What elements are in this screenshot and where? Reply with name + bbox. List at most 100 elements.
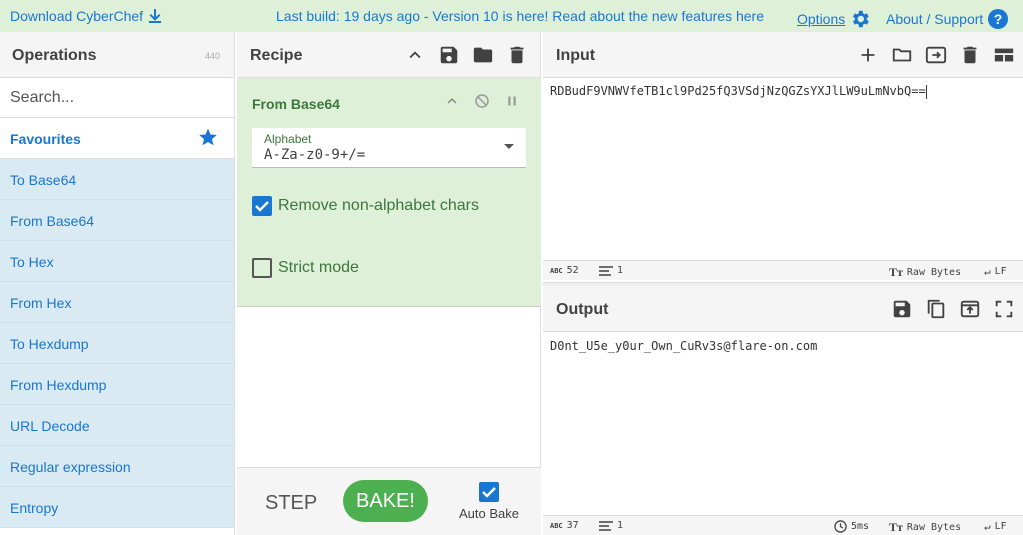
output-time: 5ms	[834, 520, 869, 533]
strict-mode-option[interactable]: Strict mode	[252, 258, 359, 278]
search-input[interactable]	[0, 78, 234, 117]
trash-icon[interactable]	[506, 44, 528, 66]
check-icon	[255, 201, 269, 212]
output-lines: 1	[599, 520, 623, 531]
input-header: Input	[543, 32, 1023, 78]
help-icon: ?	[988, 9, 1009, 29]
alphabet-value: A-Za-z0-9+/=	[264, 147, 366, 163]
input-value: RDBudF9VNWVfeTB1cl9Pd25fQ3VSdjNzQGZsYXJl…	[550, 84, 926, 98]
layout-icon[interactable]	[993, 44, 1015, 66]
check-icon	[482, 487, 496, 498]
return-icon: ↵	[984, 520, 991, 533]
remove-non-alphabet-option[interactable]: Remove non-alphabet chars	[252, 196, 479, 216]
recipe-panel: Recipe From Base64 Alphabet A-Za-z0-9+/=…	[237, 32, 541, 535]
recipe-title: Recipe	[250, 47, 303, 64]
favourites-label: Favourites	[10, 131, 81, 147]
auto-bake-checkbox[interactable]	[479, 482, 499, 502]
output-length: ABC 37	[550, 520, 579, 531]
output-title: Output	[556, 301, 609, 318]
folder-icon[interactable]	[472, 44, 494, 66]
output-textarea[interactable]: D0nt_U5e_y0ur_Own_CuRv3s@flare-on.com	[550, 339, 817, 353]
input-title: Input	[556, 47, 596, 64]
strict-mode-label: Strict mode	[278, 259, 359, 276]
recipe-operation-card[interactable]: From Base64 Alphabet A-Za-z0-9+/= Remove…	[237, 78, 541, 307]
alphabet-label: Alphabet	[264, 132, 312, 146]
remove-non-alphabet-checkbox[interactable]	[252, 196, 272, 216]
strict-mode-checkbox[interactable]	[252, 258, 272, 278]
operation-name: From Base64	[252, 96, 340, 112]
trash-icon[interactable]	[959, 44, 981, 66]
download-link[interactable]: Download CyberChef	[10, 8, 163, 24]
download-icon	[149, 9, 162, 23]
operation-item[interactable]: From Hexdump	[0, 364, 234, 405]
operation-item[interactable]: To Hex	[0, 241, 234, 282]
top-banner: Download CyberChef Last build: 19 days a…	[0, 0, 1023, 32]
disable-icon[interactable]	[473, 92, 491, 110]
save-icon[interactable]	[438, 44, 460, 66]
operations-count: 440	[204, 51, 220, 61]
lines-icon	[599, 520, 613, 531]
about-link[interactable]: About / Support ?	[886, 8, 1009, 30]
options-link[interactable]: Options	[797, 8, 871, 30]
text-cursor	[925, 84, 927, 99]
chevron-up-icon[interactable]	[404, 44, 426, 66]
input-textarea[interactable]: RDBudF9VNWVfeTB1cl9Pd25fQ3VSdjNzQGZsYXJl…	[550, 84, 927, 99]
pause-icon[interactable]	[503, 92, 521, 110]
operation-item[interactable]: Entropy	[0, 487, 234, 528]
text-format-icon: Tт	[889, 265, 903, 279]
remove-non-alphabet-label: Remove non-alphabet chars	[278, 197, 480, 214]
io-panel: Input RDBudF9VNWVfeTB1cl9Pd25fQ3VSdjNzQG…	[543, 32, 1023, 535]
gear-icon	[853, 10, 869, 28]
output-pane: Output D0nt_U5e_y0ur_Own_CuRv3s@flare-on…	[543, 286, 1023, 535]
operation-item[interactable]: To Hexdump	[0, 323, 234, 364]
abc-icon: ABC	[550, 266, 563, 275]
plus-icon[interactable]	[857, 44, 879, 66]
build-message[interactable]: Last build: 19 days ago - Version 10 is …	[276, 8, 764, 24]
operation-item[interactable]: From Hex	[0, 282, 234, 323]
maximise-icon[interactable]	[993, 298, 1015, 320]
download-label: Download CyberChef	[10, 8, 144, 24]
star-icon[interactable]	[198, 127, 218, 147]
operations-search	[0, 78, 234, 118]
auto-bake-label: Auto Bake	[459, 506, 519, 521]
input-length: ABC 52	[550, 265, 579, 276]
operation-item[interactable]: From Base64	[0, 200, 234, 241]
lines-icon	[599, 265, 613, 276]
operations-title: Operations	[12, 47, 97, 64]
about-label: About / Support	[886, 11, 984, 27]
recipe-header: Recipe	[237, 32, 540, 78]
input-status-bar: ABC 52 1 Tт Raw Bytes ↵ LF	[543, 260, 1023, 280]
copy-icon[interactable]	[925, 298, 947, 320]
abc-icon: ABC	[550, 521, 563, 530]
svg-text:?: ?	[994, 11, 1003, 27]
open-in-input-icon[interactable]	[959, 298, 981, 320]
operations-header: Operations 440	[0, 32, 234, 78]
recipe-controls: STEP BAKE! Auto Bake	[237, 467, 541, 535]
input-lines: 1	[599, 265, 623, 276]
options-label: Options	[797, 11, 846, 27]
operation-item[interactable]: Regular expression	[0, 446, 234, 487]
output-encoding[interactable]: Tт Raw Bytes	[889, 520, 961, 535]
clock-icon	[834, 520, 847, 533]
operations-panel: Operations 440 Favourites To Base64 From…	[0, 32, 235, 535]
folder-icon[interactable]	[891, 44, 913, 66]
bake-button[interactable]: BAKE!	[343, 480, 428, 522]
output-status-bar: ABC 37 1 5ms Tт Raw Bytes ↵ LF	[543, 515, 1023, 535]
output-value: D0nt_U5e_y0ur_Own_CuRv3s@flare-on.com	[550, 339, 818, 353]
step-button[interactable]: STEP	[265, 492, 317, 515]
return-icon: ↵	[984, 265, 991, 278]
caret-down-icon	[504, 144, 514, 149]
operation-item[interactable]: To Base64	[0, 159, 234, 200]
auto-bake-option[interactable]: Auto Bake	[458, 482, 520, 521]
output-header: Output	[543, 286, 1023, 332]
chevron-up-icon[interactable]	[443, 92, 461, 110]
alphabet-select[interactable]: Alphabet A-Za-z0-9+/=	[252, 128, 526, 168]
favourites-category[interactable]: Favourites	[0, 118, 234, 159]
operation-item[interactable]: URL Decode	[0, 405, 234, 446]
input-eol[interactable]: ↵ LF	[984, 265, 1007, 278]
input-output-icon[interactable]	[925, 44, 947, 66]
text-format-icon: Tт	[889, 520, 903, 534]
save-icon[interactable]	[891, 298, 913, 320]
output-eol[interactable]: ↵ LF	[984, 520, 1007, 533]
input-encoding[interactable]: Tт Raw Bytes	[889, 265, 961, 280]
